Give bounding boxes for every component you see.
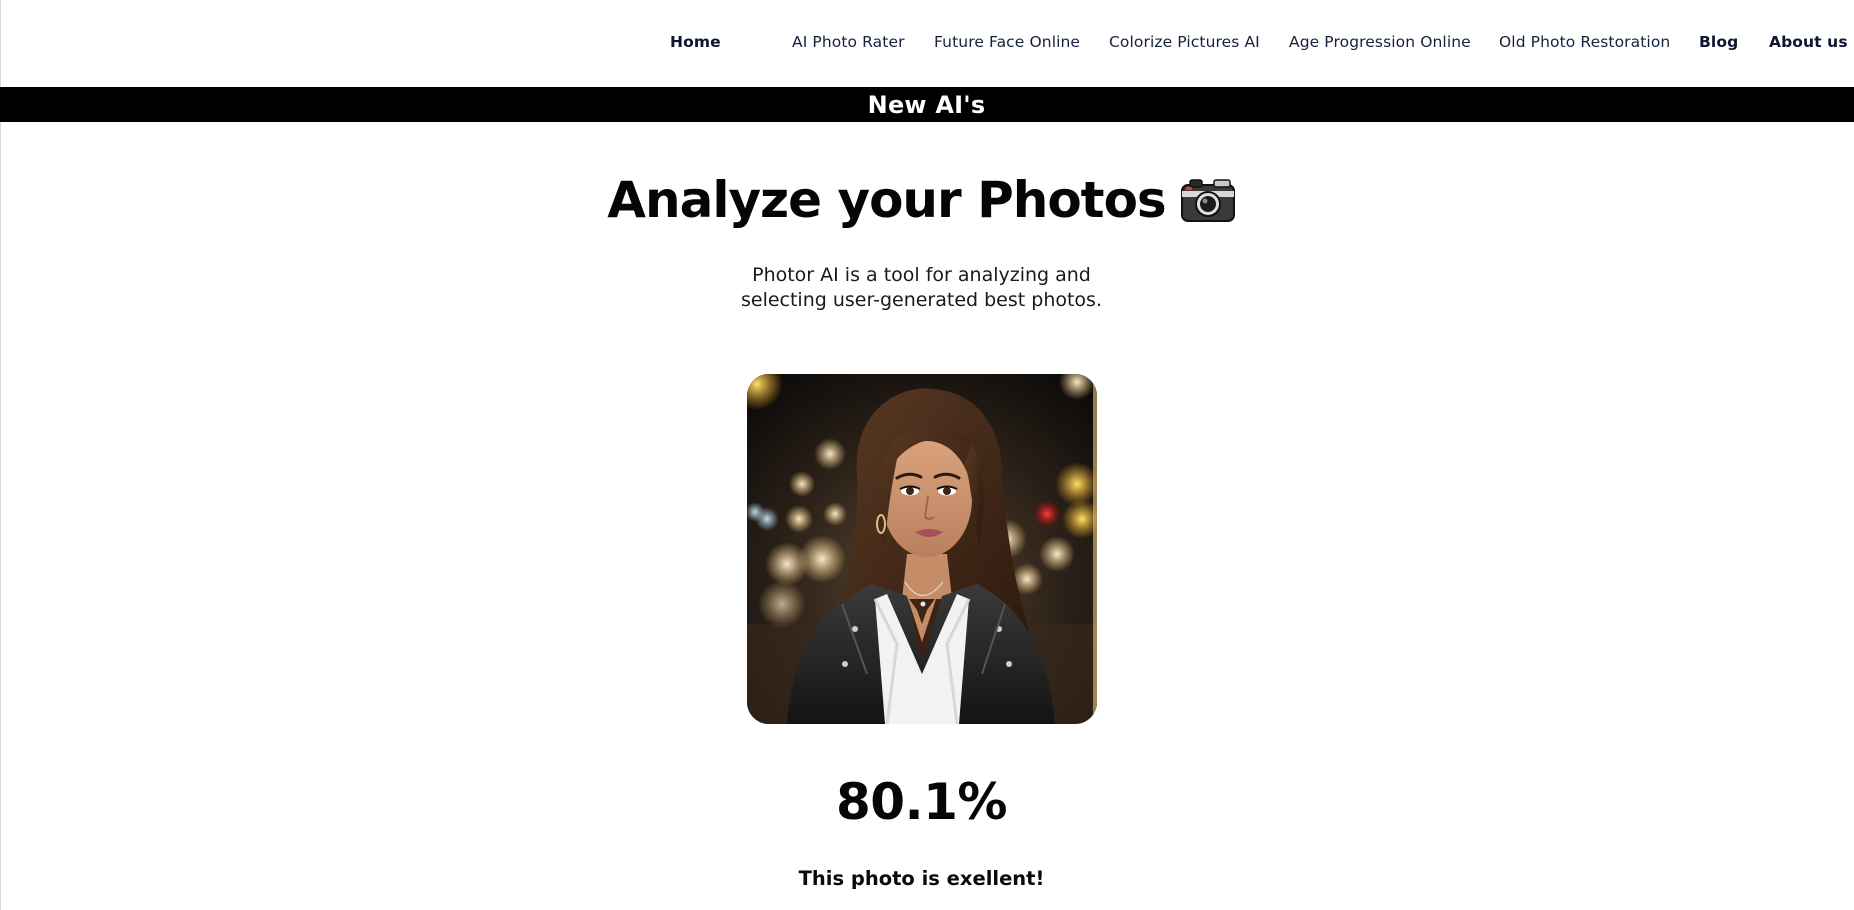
- nav-link-future-face-online[interactable]: Future Face Online: [934, 31, 1080, 53]
- nav-link-old-photo-restoration[interactable]: Old Photo Restoration: [1499, 31, 1670, 53]
- nav-link-home[interactable]: Home: [670, 31, 721, 53]
- hero-heading: Analyze your Photos: [0, 168, 1843, 232]
- new-ais-banner[interactable]: New AI's: [0, 87, 1854, 122]
- nav-link-age-progression-online[interactable]: Age Progression Online: [1289, 31, 1471, 53]
- nav-link-blog[interactable]: Blog: [1699, 31, 1738, 53]
- page-title: Analyze your Photos: [607, 171, 1166, 229]
- portrait-photo: [747, 374, 1097, 724]
- top-navigation: Home AI Photo Rater Future Face Online C…: [0, 0, 1854, 87]
- photo-verdict: This photo is exellent!: [798, 867, 1045, 890]
- hero-description: Photor AI is a tool for analyzing and se…: [740, 264, 1102, 311]
- nav-link-colorize-pictures-ai[interactable]: Colorize Pictures AI: [1109, 31, 1260, 53]
- camera-icon: [1180, 179, 1235, 222]
- nav-link-ai-photo-rater[interactable]: AI Photo Rater: [792, 31, 905, 53]
- hero-description-wrap: Photor AI is a tool for analyzing and se…: [0, 263, 1843, 313]
- banner-text: New AI's: [867, 90, 986, 119]
- nav-link-about-us[interactable]: About us: [1769, 31, 1848, 53]
- analyzed-photo[interactable]: [747, 374, 1097, 724]
- photo-score: 80.1%: [836, 773, 1007, 831]
